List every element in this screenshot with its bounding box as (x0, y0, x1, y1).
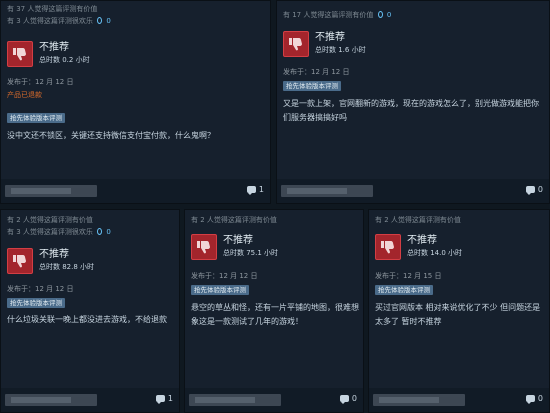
review-text: 什么垃圾关联一晚上都没进去游戏，不给退款 (7, 315, 167, 324)
verdict-title: 不推荐 (315, 32, 345, 43)
thumbs-down-icon (7, 41, 33, 67)
review-footer: 0 (369, 388, 549, 412)
verdict[interactable]: 不推荐 总时数 82.8 小时 (7, 248, 94, 274)
hours-played: 总时数 14.0 小时 (407, 249, 463, 257)
review-card: 有 2 人觉得这篇评测有价值 不推荐 总时数 75.1 小时 发布于：12 月 … (184, 209, 364, 413)
verdict[interactable]: 不推荐 总时数 14.0 小时 (375, 234, 462, 260)
early-access-badge: 抢先体验版本评测 (7, 298, 65, 308)
thumbs-down-icon (375, 234, 401, 260)
review-card: 有 2 人觉得这篇评测有价值 有 3 人觉得这篇评测很欢乐 0 不推荐 总时数 … (0, 209, 180, 413)
funny-text: 有 3 人觉得这篇评测很欢乐 (7, 17, 93, 25)
verdict[interactable]: 不推荐 总时数 75.1 小时 (191, 234, 278, 260)
review-text: 没中文还不锁区，关键还支持微信支付宝付款，什么鬼啊？ (7, 131, 215, 140)
review-text: 悬空的草丛和怪，还有一片平铺的地图，很难想象这是一款测试了几年的游戏！ (191, 303, 359, 326)
review-footer: 0 (185, 388, 363, 412)
thumbs-down-icon (283, 31, 309, 57)
helpful-count: 有 37 人觉得这篇评测有价值 (7, 5, 98, 13)
review-footer: 1 (1, 179, 270, 203)
helpful-count: 有 17 人觉得这篇评测有价值 0 (277, 10, 391, 21)
comment-bubble-icon (155, 395, 165, 404)
early-access-badge: 抢先体验版本评测 (283, 81, 341, 91)
author-avatar[interactable] (5, 394, 97, 406)
hours-played: 总时数 82.8 小时 (39, 263, 95, 271)
refund-status: 产品已退款 (7, 91, 42, 99)
funny-count: 有 3 人觉得这篇评测很欢乐 0 (1, 227, 111, 238)
verdict-title: 不推荐 (407, 235, 437, 246)
posted-date: 发布于：12 月 12 日 (7, 78, 74, 86)
early-access-badge: 抢先体验版本评测 (7, 113, 65, 123)
posted-date: 发布于：12 月 15 日 (375, 272, 442, 280)
comment-bubble-icon (525, 395, 535, 404)
early-access-badge: 抢先体验版本评测 (191, 285, 249, 295)
comment-number: 0 (537, 394, 543, 403)
comment-bubble-icon (339, 395, 349, 404)
verdict[interactable]: 不推荐 总时数 0.2 小时 (7, 41, 90, 67)
comment-number: 1 (258, 185, 264, 194)
comment-number: 1 (167, 394, 173, 403)
posted-date: 发布于：12 月 12 日 (283, 68, 350, 76)
funny-number: 0 (106, 228, 111, 236)
comment-count[interactable]: 1 (155, 394, 173, 404)
comment-count[interactable]: 0 (525, 185, 543, 195)
review-card: 有 17 人觉得这篇评测有价值 0 不推荐 总时数 1.6 小时 发布于：12 … (276, 0, 550, 204)
comment-number: 0 (537, 185, 543, 194)
early-access-badge: 抢先体验版本评测 (375, 285, 433, 295)
funny-text: 有 3 人觉得这篇评测很欢乐 (7, 228, 93, 236)
hours-played: 总时数 75.1 小时 (223, 249, 279, 257)
author-avatar[interactable] (5, 185, 97, 197)
posted-date: 发布于：12 月 12 日 (191, 272, 258, 280)
verdict-title: 不推荐 (39, 42, 69, 53)
funny-number: 0 (106, 17, 111, 25)
verdict-title: 不推荐 (223, 235, 253, 246)
hours-played: 总时数 1.6 小时 (315, 46, 366, 54)
author-avatar[interactable] (189, 394, 281, 406)
helpful-text: 有 17 人觉得这篇评测有价值 (283, 11, 374, 19)
comment-count[interactable]: 0 (525, 394, 543, 404)
review-footer: 0 (277, 179, 549, 203)
funny-icon (97, 17, 103, 24)
funny-count: 有 3 人觉得这篇评测很欢乐 0 (1, 16, 111, 27)
funny-number: 0 (386, 11, 392, 19)
review-footer: 1 (1, 388, 179, 412)
hours-played: 总时数 0.2 小时 (39, 56, 90, 64)
author-avatar[interactable] (373, 394, 465, 406)
comment-bubble-icon (246, 186, 256, 195)
funny-icon (97, 228, 103, 235)
thumbs-down-icon (7, 248, 33, 274)
comment-number: 0 (351, 394, 357, 403)
comment-count[interactable]: 1 (246, 185, 264, 195)
posted-date: 发布于：12 月 12 日 (7, 285, 74, 293)
verdict[interactable]: 不推荐 总时数 1.6 小时 (283, 31, 366, 57)
review-card: 有 2 人觉得这篇评测有价值 不推荐 总时数 14.0 小时 发布于：12 月 … (368, 209, 550, 413)
review-card: 有 37 人觉得这篇评测有价值 有 3 人觉得这篇评测很欢乐 0 不推荐 总时数… (0, 0, 271, 204)
comment-count[interactable]: 0 (339, 394, 357, 404)
verdict-title: 不推荐 (39, 249, 69, 260)
helpful-count: 有 2 人觉得这篇评测有价值 (191, 216, 277, 224)
review-text: 买过官网版本 相对来说优化了不少 但问题还是太多了 暂时不推荐 (375, 303, 541, 326)
comment-bubble-icon (525, 186, 535, 195)
helpful-count: 有 2 人觉得这篇评测有价值 (375, 216, 461, 224)
review-text: 又是一款上架，官网翻新的游戏，现在的游戏怎么了，别光做游戏能把你们服务器搞搞好吗 (283, 99, 539, 122)
author-avatar[interactable] (281, 185, 373, 197)
helpful-count: 有 2 人觉得这篇评测有价值 (7, 216, 93, 224)
funny-icon (377, 11, 383, 18)
thumbs-down-icon (191, 234, 217, 260)
